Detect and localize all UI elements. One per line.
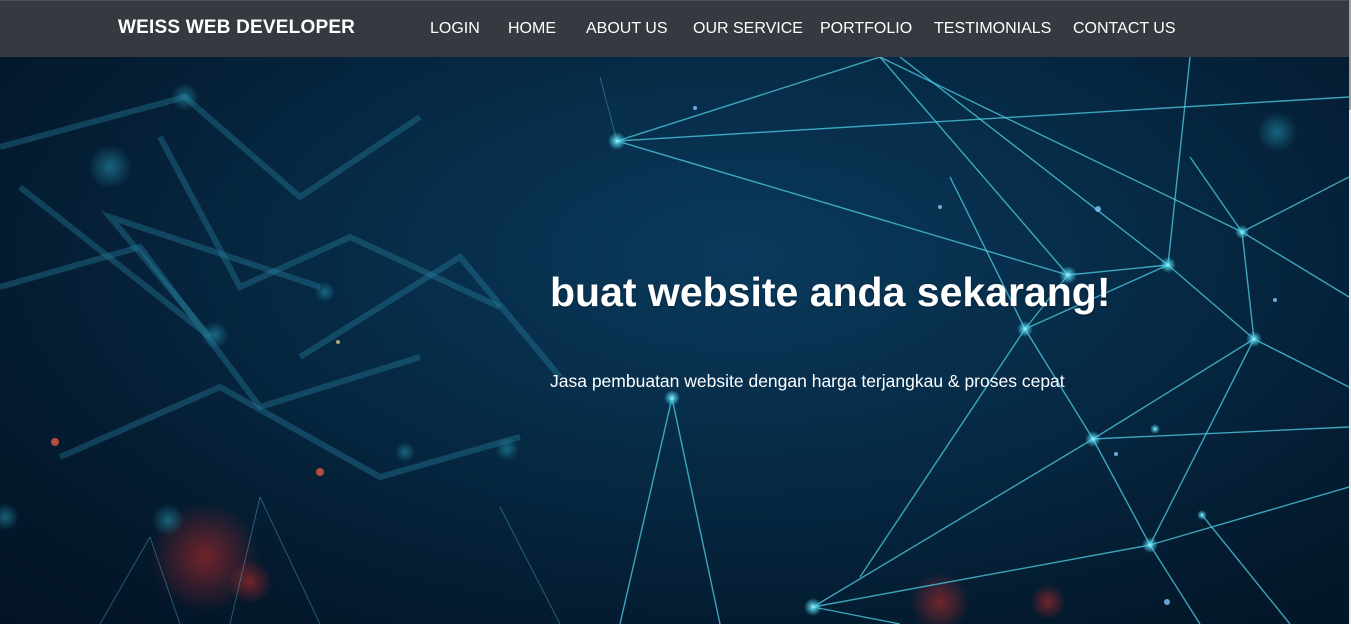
nav-about-us-link[interactable]: ABOUT US xyxy=(586,20,668,38)
hero-section: buat website anda sekarang! Jasa pembuat… xyxy=(0,57,1349,624)
nav-menu: LOGIN HOME ABOUT US OUR SERVICE PORTFOLI… xyxy=(0,1,1349,58)
hero-title: buat website anda sekarang! xyxy=(550,269,1111,315)
network-background-image xyxy=(0,57,1349,624)
nav-login-link[interactable]: LOGIN xyxy=(430,20,480,38)
nav-home-link[interactable]: HOME xyxy=(508,20,556,38)
top-navbar: WEISS WEB DEVELOPER LOGIN HOME ABOUT US … xyxy=(0,0,1349,57)
nav-our-service-link[interactable]: OUR SERVICE xyxy=(693,20,803,38)
hero-subtitle: Jasa pembuatan website dengan harga terj… xyxy=(550,371,1065,391)
nav-contact-us-link[interactable]: CONTACT US xyxy=(1073,20,1176,38)
nav-portfolio-link[interactable]: PORTFOLIO xyxy=(820,20,912,38)
nav-testimonials-link[interactable]: TESTIMONIALS xyxy=(934,20,1051,38)
